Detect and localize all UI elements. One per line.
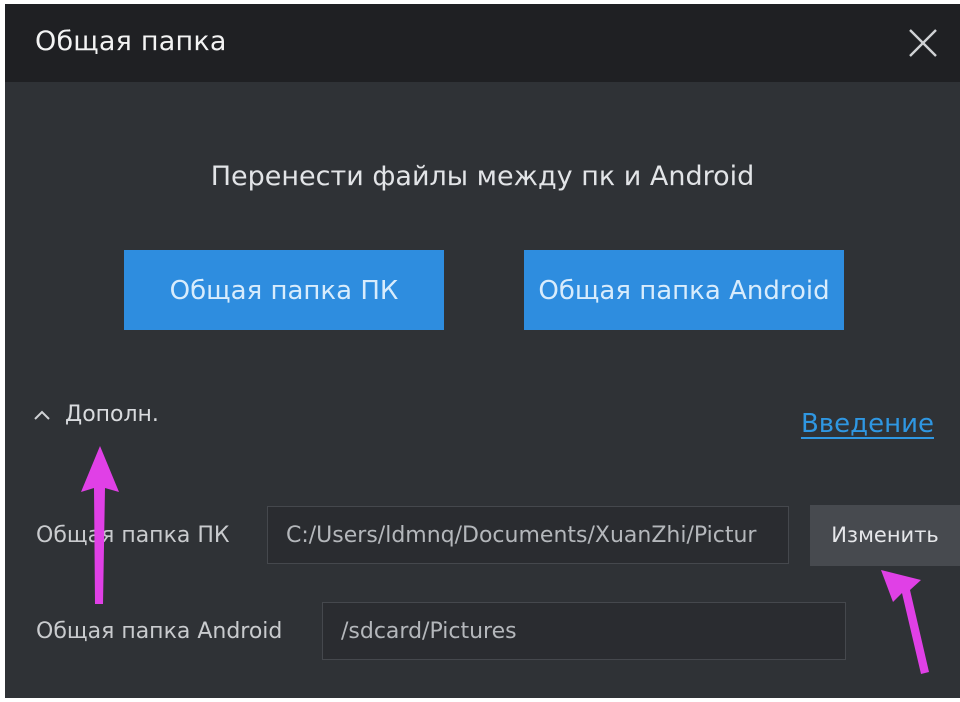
advanced-toggle-label: Дополн. bbox=[65, 402, 159, 427]
chevron-up-icon bbox=[33, 409, 51, 421]
close-icon[interactable] bbox=[906, 26, 940, 60]
window-title: Общая папка bbox=[35, 26, 227, 57]
intro-link[interactable]: Введение bbox=[801, 409, 934, 439]
advanced-toggle[interactable]: Дополн. bbox=[33, 402, 159, 427]
pc-folder-label: Общая папка ПК bbox=[36, 523, 230, 548]
title-bar: Общая папка bbox=[5, 4, 960, 82]
android-shared-folder-button[interactable]: Общая папка Android bbox=[524, 250, 844, 330]
transfer-subtitle: Перенести файлы между пк и Android bbox=[210, 161, 755, 192]
pointer-arrow-icon bbox=[881, 570, 929, 674]
pc-shared-folder-button[interactable]: Общая папка ПК bbox=[124, 250, 444, 330]
pc-folder-path-field[interactable]: C:/Users/ldmnq/Documents/XuanZhi/Pictur bbox=[267, 506, 789, 564]
change-pc-folder-button[interactable]: Изменить bbox=[810, 505, 960, 566]
android-folder-path-field[interactable]: /sdcard/Pictures bbox=[322, 602, 846, 660]
shared-folder-dialog: Общая папка Перенести файлы между пк и A… bbox=[5, 4, 960, 698]
android-folder-label: Общая папка Android bbox=[36, 619, 283, 644]
